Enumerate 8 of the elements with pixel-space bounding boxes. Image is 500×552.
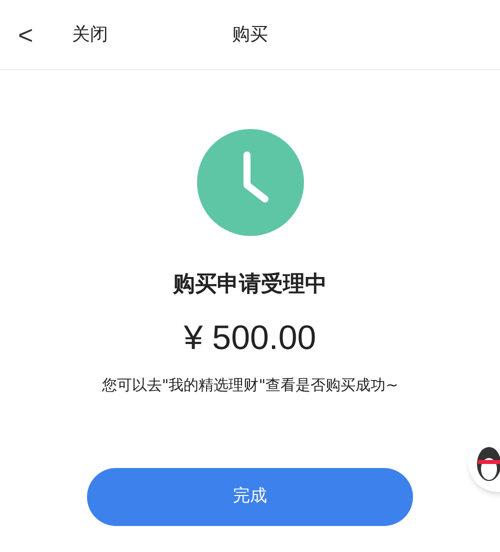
- done-button[interactable]: 完成: [87, 468, 413, 526]
- page-title: 购买: [232, 23, 268, 47]
- amount-text: ¥ 500.00: [184, 318, 316, 359]
- clock-icon: [196, 129, 304, 236]
- close-link[interactable]: 关闭: [72, 21, 108, 48]
- back-button[interactable]: <: [18, 22, 34, 48]
- status-message: 您可以去"我的精选理财"查看是否购买成功~: [102, 375, 398, 396]
- status-title: 购买申请受理中: [173, 271, 327, 299]
